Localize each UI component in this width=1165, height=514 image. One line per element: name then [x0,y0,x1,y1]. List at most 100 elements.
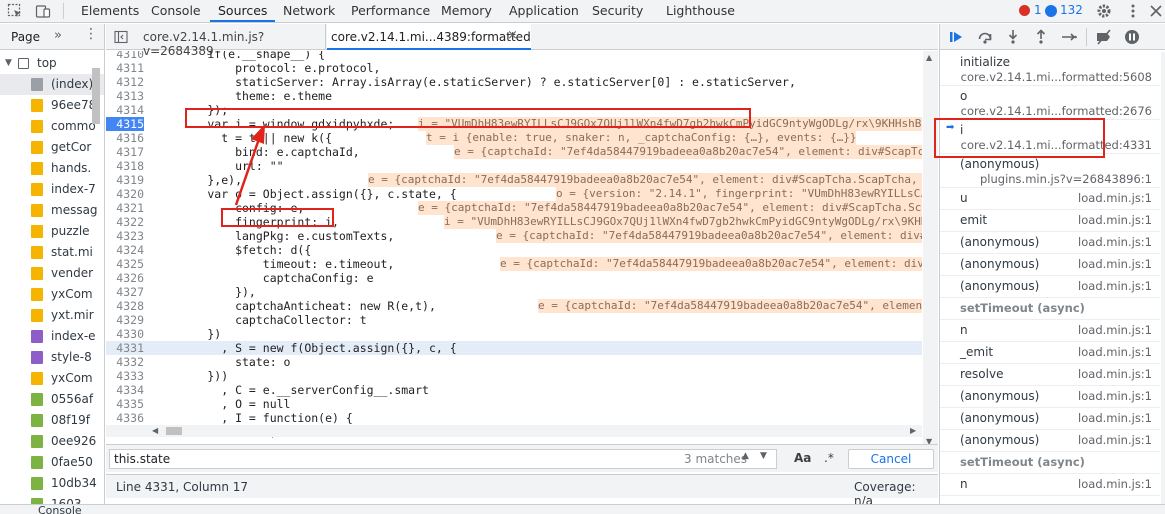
call-frame[interactable]: u load.min.js:1 [940,188,1160,210]
line-number[interactable]: 4331 [106,341,144,355]
line-number[interactable]: 4334 [106,383,144,397]
tab-console[interactable]: Console [143,0,209,22]
call-frame[interactable]: resolve load.min.js:1 [940,364,1160,386]
line-number[interactable]: 4323 [106,229,144,243]
call-frame[interactable]: n load.min.js:1 [940,320,1160,342]
deactivate-breakpoints-icon[interactable] [1096,29,1112,45]
code-scrollbar[interactable]: ▲ ▼ [923,51,938,449]
tree-file-item[interactable]: index-e [0,326,104,347]
search-field[interactable]: this.state 3 matches ▲ ▼ [109,449,777,469]
tree-file-item[interactable]: puzzle [0,221,104,242]
tree-file-item[interactable]: style-8 [0,347,104,368]
frame-location[interactable]: load.min.js:1 [1078,191,1152,205]
tree-file-item[interactable]: 0556af [0,389,104,410]
tree-file-item[interactable]: 08f19f [0,410,104,431]
tree-file-item[interactable]: yxCom [0,368,104,389]
line-number[interactable]: 4335 [106,397,144,411]
tab-lighthouse[interactable]: Lighthouse [658,0,743,22]
tree-file-item[interactable]: 96ee78 [0,95,104,116]
hscroll-thumb[interactable] [166,427,182,435]
scroll-up-icon[interactable]: ▲ [926,53,932,62]
frame-location[interactable]: load.min.js:1 [1078,323,1152,337]
more-options-icon[interactable] [1125,3,1141,19]
line-number[interactable]: 4319 [106,173,144,187]
more-options-icon[interactable]: ⋮ [84,26,98,42]
line-number[interactable]: 4332 [106,355,144,369]
line-number[interactable]: 4313 [106,89,144,103]
call-frame[interactable]: _emit load.min.js:1 [940,342,1160,364]
call-frame[interactable]: emit load.min.js:1 [940,210,1160,232]
call-frame[interactable]: o core.v2.14.1.mi...formatted:2676 [940,86,1160,120]
info-count[interactable]: 132 [1060,3,1083,17]
tree-file-item[interactable]: getCor [0,137,104,158]
tree-file-item[interactable]: vender [0,263,104,284]
line-number[interactable]: 4326 [106,271,144,285]
frame-location[interactable]: load.min.js:1 [1078,213,1152,227]
tree-file-item[interactable]: yxt.mir [0,305,104,326]
tree-file-item[interactable]: index-7 [0,179,104,200]
call-frame[interactable]: n load.min.js:1 [940,474,1160,496]
call-frame[interactable]: (anonymous) load.min.js:1 [940,232,1160,254]
inspect-element-icon[interactable] [7,3,23,19]
close-icon[interactable] [1148,3,1164,19]
line-number[interactable]: 4320 [106,187,144,201]
line-number[interactable]: 4322 [106,215,144,229]
call-frame[interactable]: (anonymous) load.min.js:1 [940,430,1160,452]
scroll-left-icon[interactable]: ◀ [152,426,158,435]
tree-file-item[interactable]: (index) [0,74,104,95]
tab-elements[interactable]: Elements [73,0,147,22]
call-frame[interactable]: (anonymous) load.min.js:1 [940,408,1160,430]
line-number[interactable]: 4329 [106,313,144,327]
tree-file-item[interactable]: messag [0,200,104,221]
step-icon[interactable] [1061,29,1077,45]
device-toolbar-icon[interactable] [35,3,51,19]
tab-performance[interactable]: Performance [343,0,438,22]
line-number[interactable]: 4321 [106,201,144,215]
line-number[interactable]: 4328 [106,299,144,313]
frame-location[interactable]: load.min.js:1 [1078,433,1152,447]
toggle-navigator-icon[interactable] [114,30,128,44]
tab-application[interactable]: Application [501,0,587,22]
tab-sources[interactable]: Sources [210,0,276,22]
call-frame[interactable]: (anonymous) plugins.min.js?v=26843896:1 [940,154,1160,188]
search-input[interactable]: this.state [114,452,170,466]
frame-location[interactable]: load.min.js:1 [1078,367,1152,381]
tree-file-item[interactable]: 0fae50 [0,452,104,473]
line-number[interactable]: 4333 [106,369,144,383]
line-number[interactable]: 4336 [106,411,144,425]
tree-file-item[interactable]: stat.mi [0,242,104,263]
cancel-button[interactable]: Cancel [848,449,934,469]
line-number[interactable]: 4330 [106,327,144,341]
match-case-button[interactable]: Aa [794,451,811,465]
line-number[interactable]: 4311 [106,61,144,75]
tree-file-item[interactable]: commo [0,116,104,137]
line-number[interactable]: 4310 [106,51,144,61]
line-number[interactable]: 4314 [106,103,144,117]
previous-match-icon[interactable]: ▲ [742,451,749,461]
tree-file-item[interactable]: yxCom [0,284,104,305]
frame-location[interactable]: load.min.js:1 [1078,235,1152,249]
step-into-icon[interactable] [1005,29,1021,45]
line-number[interactable]: 4318 [106,159,144,173]
frame-location[interactable]: load.min.js:1 [1078,411,1152,425]
frame-location[interactable]: core.v2.14.1.mi...formatted:2676 [961,104,1152,118]
pause-on-exceptions-icon[interactable] [1124,29,1140,45]
gear-icon[interactable] [1096,3,1112,19]
call-frame[interactable]: (anonymous) load.min.js:1 [940,276,1160,298]
tab-memory[interactable]: Memory [433,0,500,22]
step-over-icon[interactable] [977,29,993,45]
error-count[interactable]: 1 [1034,3,1042,17]
line-number[interactable]: 4327 [106,285,144,299]
line-number[interactable]: 4325 [106,257,144,271]
tree-file-item[interactable]: 10db34 [0,473,104,494]
call-frame[interactable]: initialize core.v2.14.1.mi...formatted:56… [940,52,1160,86]
frame-location[interactable]: load.min.js:1 [1078,257,1152,271]
editor-tab-minified[interactable]: core.v2.14.1.min.js?v=2684389 [140,24,326,58]
tree-file-item[interactable]: hands. [0,158,104,179]
tab-page[interactable]: Page [11,30,40,44]
console-drawer-tab[interactable]: Console [38,505,82,514]
resume-icon[interactable] [948,29,964,45]
navigator-scrollbar[interactable] [92,68,100,124]
frame-location[interactable]: load.min.js:1 [1078,477,1152,491]
line-number[interactable]: 4324 [106,243,144,257]
